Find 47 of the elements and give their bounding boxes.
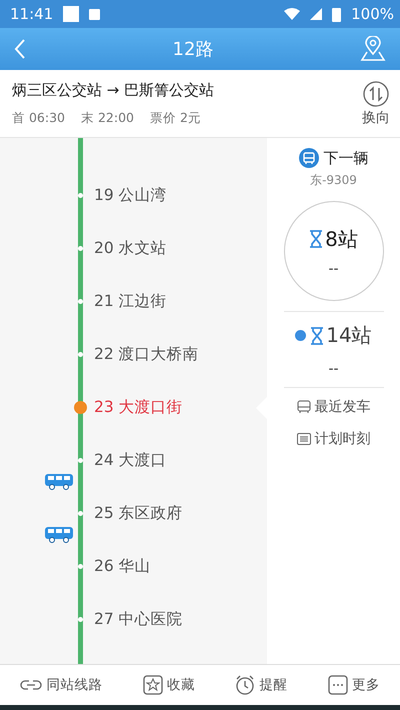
hourglass-icon — [310, 326, 324, 344]
battery-level: 100% — [351, 5, 394, 23]
more-icon — [328, 675, 348, 695]
battery-icon — [332, 6, 342, 22]
station-name[interactable]: 26 华山 — [94, 556, 151, 577]
station-name[interactable]: 21 江边街 — [94, 291, 167, 312]
arrival-time: -- — [328, 260, 339, 276]
notification-icon — [63, 6, 80, 22]
page-title: 12路 — [172, 38, 214, 61]
station-name[interactable]: 20 水文站 — [94, 238, 167, 259]
route-name: 炳三区公交站 → 巴斯箐公交站 — [12, 80, 216, 100]
station-name[interactable]: 22 渡口大桥南 — [94, 344, 199, 365]
nav-button[interactable]: 提醒 — [233, 673, 290, 697]
station-name[interactable]: 25 东区政府 — [94, 503, 183, 524]
bus-outline-icon — [296, 400, 310, 414]
reverse-button[interactable]: 换向 — [362, 80, 390, 126]
hourglass-icon — [309, 230, 324, 248]
notification-icon — [89, 8, 100, 20]
wifi-icon — [284, 8, 300, 20]
stops-away: 8站 — [325, 226, 358, 252]
last-bus-time: 末 22:00 — [81, 110, 134, 126]
next-bus-title: 下一辆 — [324, 148, 368, 168]
map-pin-icon[interactable] — [360, 36, 386, 62]
bus-dot — [295, 330, 306, 341]
stops-away: 14站 — [326, 322, 372, 349]
station-name[interactable]: 27 中心医院 — [94, 609, 183, 630]
nav-button[interactable]: 同站线路 — [18, 674, 104, 696]
list-icon — [296, 433, 310, 445]
first-bus-time: 首 06:30 — [12, 110, 65, 126]
signal-icon — [310, 8, 322, 20]
fare: 票价 2元 — [150, 110, 201, 126]
bus-icon — [44, 473, 74, 491]
back-icon[interactable] — [14, 39, 26, 59]
station-name[interactable]: 24 大渡口 — [94, 450, 167, 471]
bus-icon — [298, 148, 318, 168]
plate-number: 东-9309 — [310, 172, 357, 189]
nav-button[interactable]: 收藏 — [140, 673, 197, 697]
arrival-time: -- — [328, 361, 339, 377]
nav-button[interactable]: 更多 — [326, 673, 382, 697]
bus-icon — [44, 526, 74, 544]
alarm-clock-icon — [235, 675, 256, 695]
status-time: 11:41 — [10, 5, 54, 23]
station-name[interactable]: 19 公山湾 — [94, 185, 167, 206]
recent-departures-link[interactable]: 最近发车 — [296, 398, 370, 416]
schedule-link[interactable]: 计划时刻 — [296, 430, 370, 448]
swap-icon — [363, 80, 389, 106]
station-name[interactable]: 23 大渡口街 — [94, 397, 183, 418]
